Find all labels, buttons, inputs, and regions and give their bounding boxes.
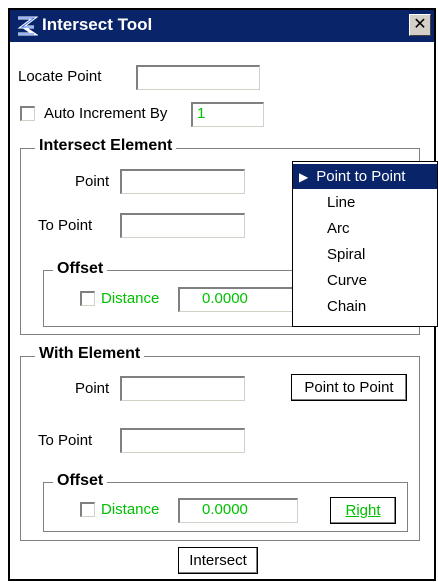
intersect-distance-label: Distance	[101, 290, 160, 307]
title-bar: Intersect Tool ✕	[10, 10, 434, 42]
caret-right-icon: ▶	[299, 170, 309, 184]
menu-item-spiral[interactable]: Spiral	[293, 242, 437, 267]
method-dropdown-menu: ▶ Point to Point Line Arc Spiral Curve Ch…	[292, 161, 438, 327]
app-logo-icon	[14, 14, 38, 38]
intersect-to-point-field[interactable]	[120, 213, 245, 238]
intersect-to-point-label: To Point	[38, 217, 93, 234]
close-icon: ✕	[413, 16, 427, 33]
intersect-offset-checkbox[interactable]	[80, 291, 95, 306]
intersect-distance-field[interactable]: 0.0000	[178, 287, 298, 312]
auto-increment-label: Auto Increment By	[44, 105, 168, 122]
locate-point-label: Locate Point	[18, 68, 102, 85]
with-method-button[interactable]: Point to Point	[291, 374, 407, 401]
with-point-label: Point	[75, 380, 110, 397]
close-button[interactable]: ✕	[409, 14, 431, 36]
window-title: Intersect Tool	[42, 15, 153, 34]
menu-item-line[interactable]: Line	[293, 190, 437, 215]
with-distance-field[interactable]: 0.0000	[178, 498, 298, 523]
with-offset-title: Offset	[53, 472, 108, 490]
locate-point-field[interactable]	[136, 65, 260, 90]
auto-increment-field[interactable]: 1	[191, 102, 264, 127]
intersect-point-label: Point	[75, 173, 110, 190]
with-to-point-field[interactable]	[120, 428, 245, 453]
menu-item-chain[interactable]: Chain	[293, 294, 437, 319]
intersect-button[interactable]: Intersect	[178, 547, 258, 574]
with-element-title: With Element	[35, 345, 145, 363]
with-offset-checkbox[interactable]	[80, 502, 95, 517]
auto-increment-checkbox[interactable]	[20, 106, 35, 121]
menu-item-point-to-point[interactable]: ▶ Point to Point	[293, 164, 437, 189]
with-to-point-label: To Point	[38, 432, 93, 449]
with-distance-label: Distance	[101, 501, 160, 518]
menu-item-curve[interactable]: Curve	[293, 268, 437, 293]
intersect-element-title: Intersect Element	[35, 137, 177, 155]
intersect-point-field[interactable]	[120, 169, 245, 194]
menu-item-arc[interactable]: Arc	[293, 216, 437, 241]
intersect-offset-title: Offset	[53, 260, 108, 278]
with-point-field[interactable]	[120, 376, 245, 401]
with-side-button[interactable]: Right	[330, 497, 396, 524]
